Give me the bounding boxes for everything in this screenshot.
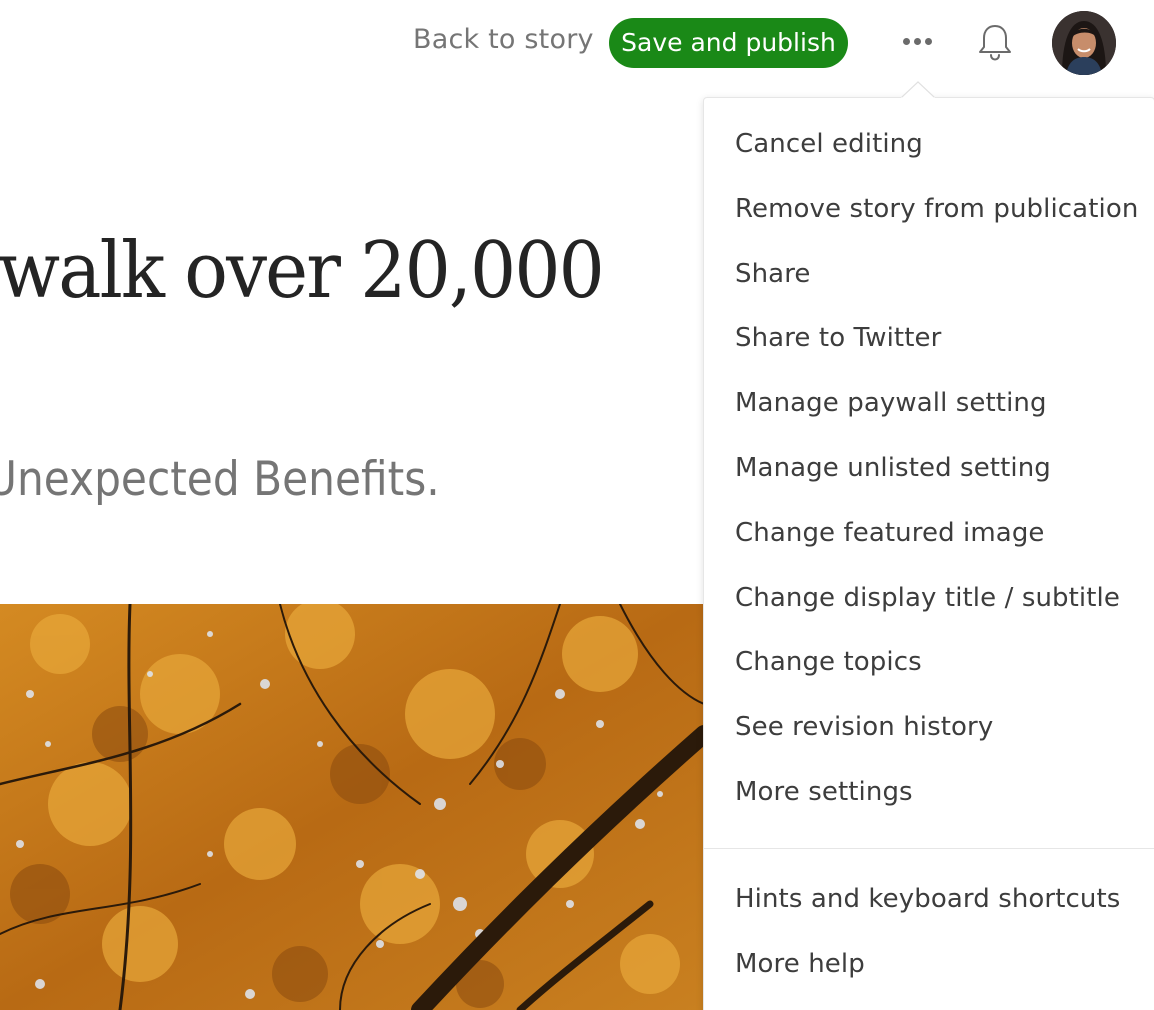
- more-horizontal-icon: [924, 37, 932, 45]
- menu-item-more-settings[interactable]: More settings: [735, 777, 913, 807]
- notifications-button[interactable]: [976, 22, 1014, 62]
- more-options-menu: Cancel editing Remove story from publica…: [703, 97, 1154, 1010]
- menu-item-share[interactable]: Share: [735, 259, 811, 289]
- autumn-trees-photo: [0, 604, 704, 1010]
- save-and-publish-button[interactable]: Save and publish: [609, 18, 848, 68]
- menu-item-paywall-setting[interactable]: Manage paywall setting: [735, 388, 1047, 418]
- featured-image[interactable]: [0, 604, 704, 1010]
- editor-page: Back to story Save and publish walk over…: [0, 0, 1154, 1010]
- user-avatar-image: [1052, 11, 1116, 75]
- top-bar: Back to story Save and publish: [0, 0, 1154, 90]
- menu-item-revision-history[interactable]: See revision history: [735, 712, 993, 742]
- menu-item-hints-shortcuts[interactable]: Hints and keyboard shortcuts: [735, 884, 1120, 914]
- menu-item-cancel-editing[interactable]: Cancel editing: [735, 129, 923, 159]
- menu-pointer-arrow: [901, 81, 935, 99]
- more-options-button[interactable]: [896, 22, 938, 60]
- menu-item-unlisted-setting[interactable]: Manage unlisted setting: [735, 453, 1051, 483]
- more-horizontal-icon: [902, 37, 910, 45]
- menu-item-change-topics[interactable]: Change topics: [735, 647, 922, 677]
- menu-item-change-display-title[interactable]: Change display title / subtitle: [735, 583, 1120, 613]
- menu-item-change-featured-image[interactable]: Change featured image: [735, 518, 1045, 548]
- story-subtitle[interactable]: Unexpected Benefits.: [0, 452, 440, 507]
- back-to-story-link[interactable]: Back to story: [413, 24, 594, 55]
- menu-item-remove-from-publication[interactable]: Remove story from publication: [735, 194, 1138, 224]
- menu-item-share-to-twitter[interactable]: Share to Twitter: [735, 323, 941, 353]
- bell-icon: [979, 25, 1011, 61]
- more-horizontal-icon: [913, 37, 921, 45]
- menu-divider: [704, 848, 1154, 849]
- avatar[interactable]: [1052, 11, 1116, 75]
- story-title[interactable]: walk over 20,000: [0, 226, 605, 316]
- menu-item-more-help[interactable]: More help: [735, 949, 865, 979]
